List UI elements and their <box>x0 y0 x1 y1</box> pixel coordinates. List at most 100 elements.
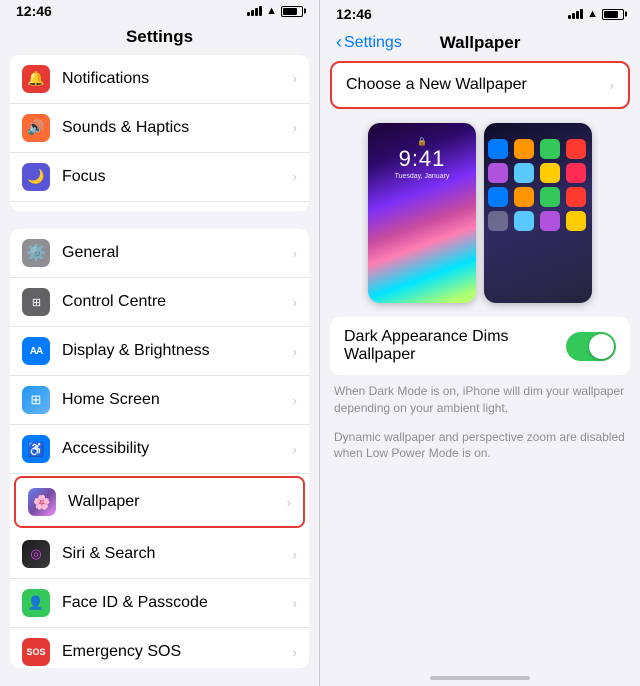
lock-icon: 🔒 <box>417 137 427 146</box>
homescreen-label: Home Screen <box>62 391 293 409</box>
sos-label: Emergency SOS <box>62 643 293 661</box>
app-dot <box>514 163 534 183</box>
dark-appearance-toggle[interactable] <box>566 332 616 361</box>
app-dot <box>514 211 534 231</box>
sidebar-item-display[interactable]: AA Display & Brightness › <box>10 327 309 376</box>
signal-icon-right <box>568 9 583 19</box>
sidebar-item-notifications[interactable]: 🔔 Notifications › <box>10 55 309 104</box>
app-dot <box>488 163 508 183</box>
wallpaper-panel: 12:46 ▲ ‹ Settings Wallpaper Choose a Ne… <box>320 0 640 686</box>
wallpaper-label: Wallpaper <box>68 493 287 511</box>
faceid-label: Face ID & Passcode <box>62 594 293 612</box>
homescreen-icon: ⊞ <box>22 386 50 414</box>
display-icon: AA <box>22 337 50 365</box>
dark-appearance-row: Dark Appearance Dims Wallpaper <box>330 317 630 375</box>
chevron-icon: › <box>293 246 297 261</box>
app-dot <box>566 211 586 231</box>
status-time-left: 12:46 <box>16 3 52 19</box>
dark-appearance-label: Dark Appearance Dims Wallpaper <box>344 328 566 364</box>
sidebar-item-control[interactable]: ⊞ Control Centre › <box>10 278 309 327</box>
page-title-right: Wallpaper <box>440 33 521 53</box>
app-dot <box>514 139 534 159</box>
accessibility-label: Accessibility <box>62 440 293 458</box>
back-label: Settings <box>344 34 402 52</box>
right-header: ‹ Settings Wallpaper <box>320 28 640 61</box>
status-icons-left: ▲ <box>247 5 303 17</box>
chevron-icon: › <box>293 169 297 184</box>
app-dot <box>540 163 560 183</box>
status-icons-right: ▲ <box>568 8 624 20</box>
home-indicator <box>430 676 530 680</box>
general-label: General <box>62 244 293 262</box>
notifications-label: Notifications <box>62 70 293 88</box>
settings-panel: 12:46 ▲ Settings 🔔 Notifications › 🔊 Sou… <box>0 0 320 686</box>
siri-label: Siri & Search <box>62 545 293 563</box>
status-time-right: 12:46 <box>336 6 372 22</box>
status-bar-left: 12:46 ▲ <box>0 0 319 23</box>
sidebar-item-faceid[interactable]: 👤 Face ID & Passcode › <box>10 579 309 628</box>
faceid-icon: 👤 <box>22 589 50 617</box>
choose-wallpaper-row[interactable]: Choose a New Wallpaper › <box>330 61 630 109</box>
app-dot <box>540 187 560 207</box>
chevron-icon: › <box>287 495 291 510</box>
homescreen-preview <box>484 123 592 303</box>
siri-icon: ◎ <box>22 540 50 568</box>
app-dot <box>488 211 508 231</box>
app-dot <box>566 163 586 183</box>
sounds-label: Sounds & Haptics <box>62 119 293 137</box>
homescreen-bg <box>484 123 592 303</box>
choose-wallpaper-label: Choose a New Wallpaper <box>346 76 610 94</box>
sidebar-item-sos[interactable]: SOS Emergency SOS › <box>10 628 309 668</box>
chevron-icon: › <box>293 120 297 135</box>
app-dot <box>488 187 508 207</box>
wallpaper-preview: 🔒 9:41 Tuesday, January <box>330 123 630 303</box>
sos-icon: SOS <box>22 638 50 666</box>
accessibility-icon: ♿ <box>22 435 50 463</box>
signal-icon <box>247 6 262 16</box>
sidebar-item-screentime[interactable]: ⏱ Screen Time › <box>10 202 309 212</box>
lockscreen-date: Tuesday, January <box>395 173 450 180</box>
back-button[interactable]: ‹ Settings <box>336 32 402 53</box>
chevron-icon: › <box>293 645 297 660</box>
battery-icon-right <box>602 9 624 20</box>
control-icon: ⊞ <box>22 288 50 316</box>
sidebar-item-homescreen[interactable]: ⊞ Home Screen › <box>10 376 309 425</box>
chevron-icon-wallpaper: › <box>610 78 614 93</box>
app-dot <box>540 211 560 231</box>
back-chevron-icon: ‹ <box>336 32 342 53</box>
sidebar-item-sounds[interactable]: 🔊 Sounds & Haptics › <box>10 104 309 153</box>
sidebar-item-wallpaper[interactable]: 🌸 Wallpaper › <box>14 476 305 528</box>
wifi-icon: ▲ <box>266 5 277 17</box>
lockscreen-time: 9:41 <box>399 146 446 172</box>
chevron-icon: › <box>293 547 297 562</box>
settings-group-2: ⚙️ General › ⊞ Control Centre › AA Displ… <box>10 229 309 668</box>
toggle-thumb <box>589 334 614 359</box>
sidebar-item-focus[interactable]: 🌙 Focus › <box>10 153 309 202</box>
chevron-icon: › <box>293 393 297 408</box>
notifications-icon: 🔔 <box>22 65 50 93</box>
sounds-icon: 🔊 <box>22 114 50 142</box>
chevron-icon: › <box>293 344 297 359</box>
chevron-icon: › <box>293 295 297 310</box>
battery-icon <box>281 6 303 17</box>
focus-label: Focus <box>62 168 293 186</box>
chevron-icon: › <box>293 442 297 457</box>
chevron-icon: › <box>293 596 297 611</box>
settings-group-1: 🔔 Notifications › 🔊 Sounds & Haptics › 🌙… <box>10 55 309 212</box>
chevron-icon: › <box>293 71 297 86</box>
app-dot <box>566 187 586 207</box>
display-label: Display & Brightness <box>62 342 293 360</box>
sidebar-item-general[interactable]: ⚙️ General › <box>10 229 309 278</box>
app-dot <box>488 139 508 159</box>
wallpaper-icon: 🌸 <box>28 488 56 516</box>
sidebar-item-siri[interactable]: ◎ Siri & Search › <box>10 530 309 579</box>
info-text-1: When Dark Mode is on, iPhone will dim yo… <box>334 383 626 417</box>
app-dot <box>566 139 586 159</box>
wifi-icon-right: ▲ <box>587 8 598 20</box>
info-text-2: Dynamic wallpaper and perspective zoom a… <box>334 429 626 463</box>
page-title-left: Settings <box>0 23 319 55</box>
control-label: Control Centre <box>62 293 293 311</box>
focus-icon: 🌙 <box>22 163 50 191</box>
status-bar-right: 12:46 ▲ <box>320 0 640 28</box>
sidebar-item-accessibility[interactable]: ♿ Accessibility › <box>10 425 309 474</box>
